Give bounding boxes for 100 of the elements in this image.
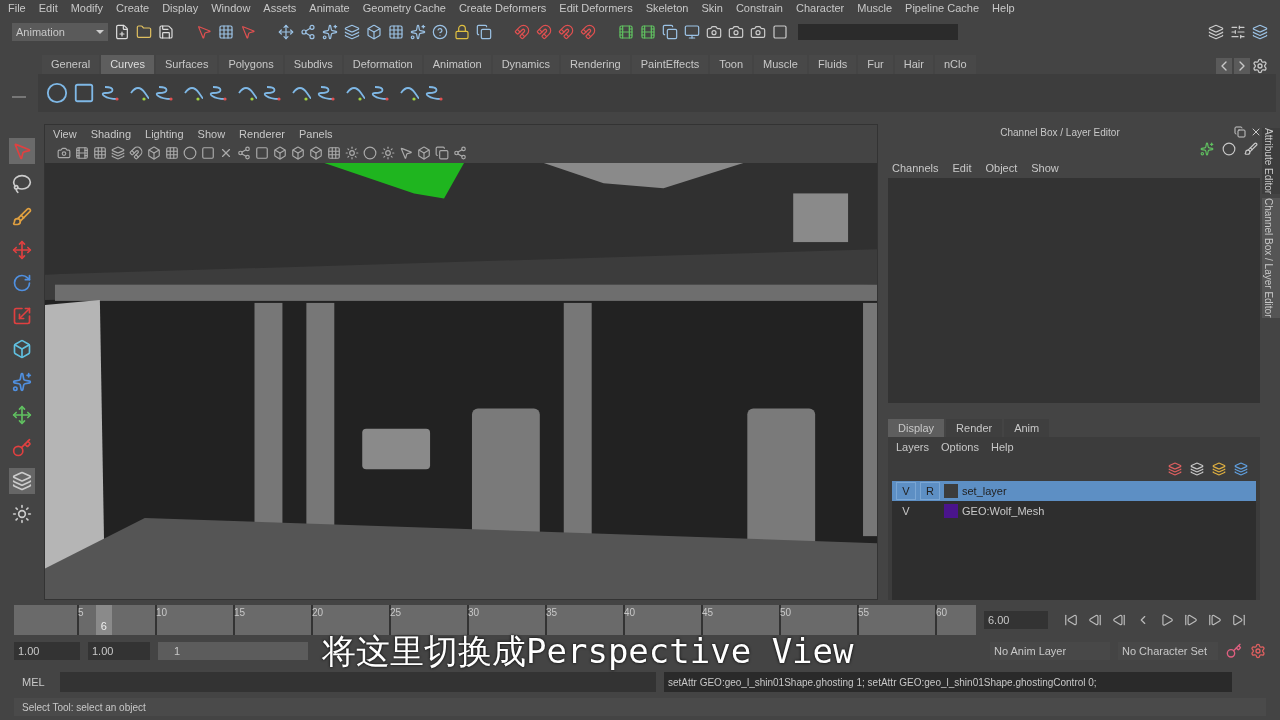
panel-tool-icon[interactable] [291,146,305,160]
panel-tool-icon[interactable] [165,146,179,160]
menu-item[interactable]: Display [162,0,199,17]
menu-item[interactable]: Create [116,0,150,17]
select-icon[interactable] [240,24,256,40]
character-set-dropdown[interactable]: No Character Set [1118,642,1218,660]
copy-icon[interactable] [476,24,492,40]
frame-icon[interactable] [772,24,788,40]
square-curve-icon[interactable] [73,82,95,104]
layer-row[interactable]: V R set_layer [892,481,1256,501]
panel-tool-icon[interactable] [309,146,323,160]
menu-item[interactable]: Skeleton [645,0,689,17]
layer-tab[interactable]: Display [888,419,945,437]
shelf-tab[interactable]: Dynamics [492,55,559,74]
layers-icon[interactable] [344,24,360,40]
film-icon[interactable] [640,24,656,40]
magnet-icon[interactable] [558,24,574,40]
layer-menu-item[interactable]: Layers [896,438,930,456]
panel-menu-item[interactable]: Show [197,125,226,143]
playback-icon[interactable] [1208,613,1222,627]
panel-tool-icon[interactable] [129,146,143,160]
magnet-icon[interactable] [580,24,596,40]
shelf-tab[interactable]: Muscle [754,55,807,74]
panel-menu-item[interactable]: Panels [298,125,333,143]
panel-tool-icon[interactable] [417,146,431,160]
menu-item[interactable]: Modify [70,0,104,17]
circle-curve-icon[interactable] [46,82,68,104]
shelf-tab[interactable]: Animation [423,55,491,74]
layer-menu-item[interactable]: Help [990,438,1014,456]
menu-item[interactable]: Animate [309,0,350,17]
panel-tool-icon[interactable] [363,146,377,160]
key-icon[interactable] [1226,643,1242,659]
layer-tab[interactable]: Render [946,419,1003,437]
film-icon[interactable] [618,24,634,40]
tool-settings-icon[interactable] [1230,24,1246,40]
current-time-field[interactable]: 6.00 [984,611,1048,629]
nodes-icon[interactable] [300,24,316,40]
menu-item[interactable]: Assets [263,0,297,17]
playback-icon[interactable] [1232,613,1246,627]
save-icon[interactable] [158,24,174,40]
shelf-tab[interactable]: Surfaces [156,55,218,74]
panel-tool-icon[interactable] [219,146,233,160]
playback-icon[interactable] [1064,613,1078,627]
layout-icon[interactable] [9,468,35,494]
panel-menu-item[interactable]: Shading [90,125,132,143]
close-icon[interactable] [1250,126,1262,138]
panel-menu-item[interactable]: Lighting [145,125,184,143]
panel-layout-icon[interactable] [1208,24,1224,40]
menu-item[interactable]: Window [211,0,251,17]
visibility-toggle[interactable]: V [896,481,916,501]
menu-item[interactable]: File [8,0,26,17]
new-file-icon[interactable] [114,24,130,40]
playback-icon[interactable] [1088,613,1102,627]
camera-icon[interactable] [750,24,766,40]
channel-menu-item[interactable]: Object [985,159,1018,177]
panel-tool-icon[interactable] [183,146,197,160]
mode-dropdown[interactable]: Animation [12,23,108,41]
circle-icon[interactable] [1222,142,1236,156]
channel-menu-item[interactable]: Channels [892,159,939,177]
layer-icon[interactable] [1190,462,1204,476]
layer-tab[interactable]: Anim [1004,419,1050,437]
playback-icon[interactable] [1160,613,1174,627]
shelf-tab[interactable]: Toon [710,55,753,74]
panel-menu-item[interactable]: View [53,125,77,143]
side-tab[interactable]: Attribute Editor [1262,128,1280,195]
visibility-toggle[interactable]: V [896,502,916,520]
camera-icon[interactable] [728,24,744,40]
grid-icon[interactable] [388,24,404,40]
shelf-tab[interactable]: Polygons [219,55,283,74]
settings-icon[interactable] [1252,58,1268,74]
language-label[interactable]: MEL [14,673,52,691]
float-icon[interactable] [1234,126,1246,138]
move-icon[interactable] [278,24,294,40]
grid-icon[interactable] [218,24,234,40]
render-view-icon[interactable] [684,24,700,40]
panel-tool-icon[interactable] [111,146,125,160]
folder-icon[interactable] [136,24,152,40]
menu-item[interactable]: Pipeline Cache [905,0,980,17]
shelf-tab[interactable]: Deformation [343,55,422,74]
channel-menu-item[interactable]: Edit [952,159,972,177]
lock-icon[interactable] [454,24,470,40]
menu-item[interactable]: Edit [38,0,58,17]
menu-item[interactable]: Create Deformers [458,0,547,17]
input-field[interactable] [798,24,958,40]
layer-icon[interactable] [1168,462,1182,476]
menu-item[interactable]: Geometry Cache [362,0,446,17]
time-slider[interactable]: 6 5 10 15 20 25 30 35 40 45 50 55 60 [14,605,976,635]
preferences-icon[interactable] [1250,643,1266,659]
panel-menu-item[interactable]: Renderer [239,125,285,143]
shelf-tab[interactable]: nClo [934,55,976,74]
panel-tool-icon[interactable] [399,146,413,160]
panel-tool-icon[interactable] [57,146,71,160]
menu-item[interactable]: Help [992,0,1015,17]
shelf-tab[interactable]: Curves [101,55,154,74]
scroll-left-icon[interactable] [1216,58,1232,74]
panel-tool-icon[interactable] [273,146,287,160]
copy-icon[interactable] [662,24,678,40]
magnet-icon[interactable] [536,24,552,40]
magnet-icon[interactable] [514,24,530,40]
panel-tool-icon[interactable] [327,146,341,160]
